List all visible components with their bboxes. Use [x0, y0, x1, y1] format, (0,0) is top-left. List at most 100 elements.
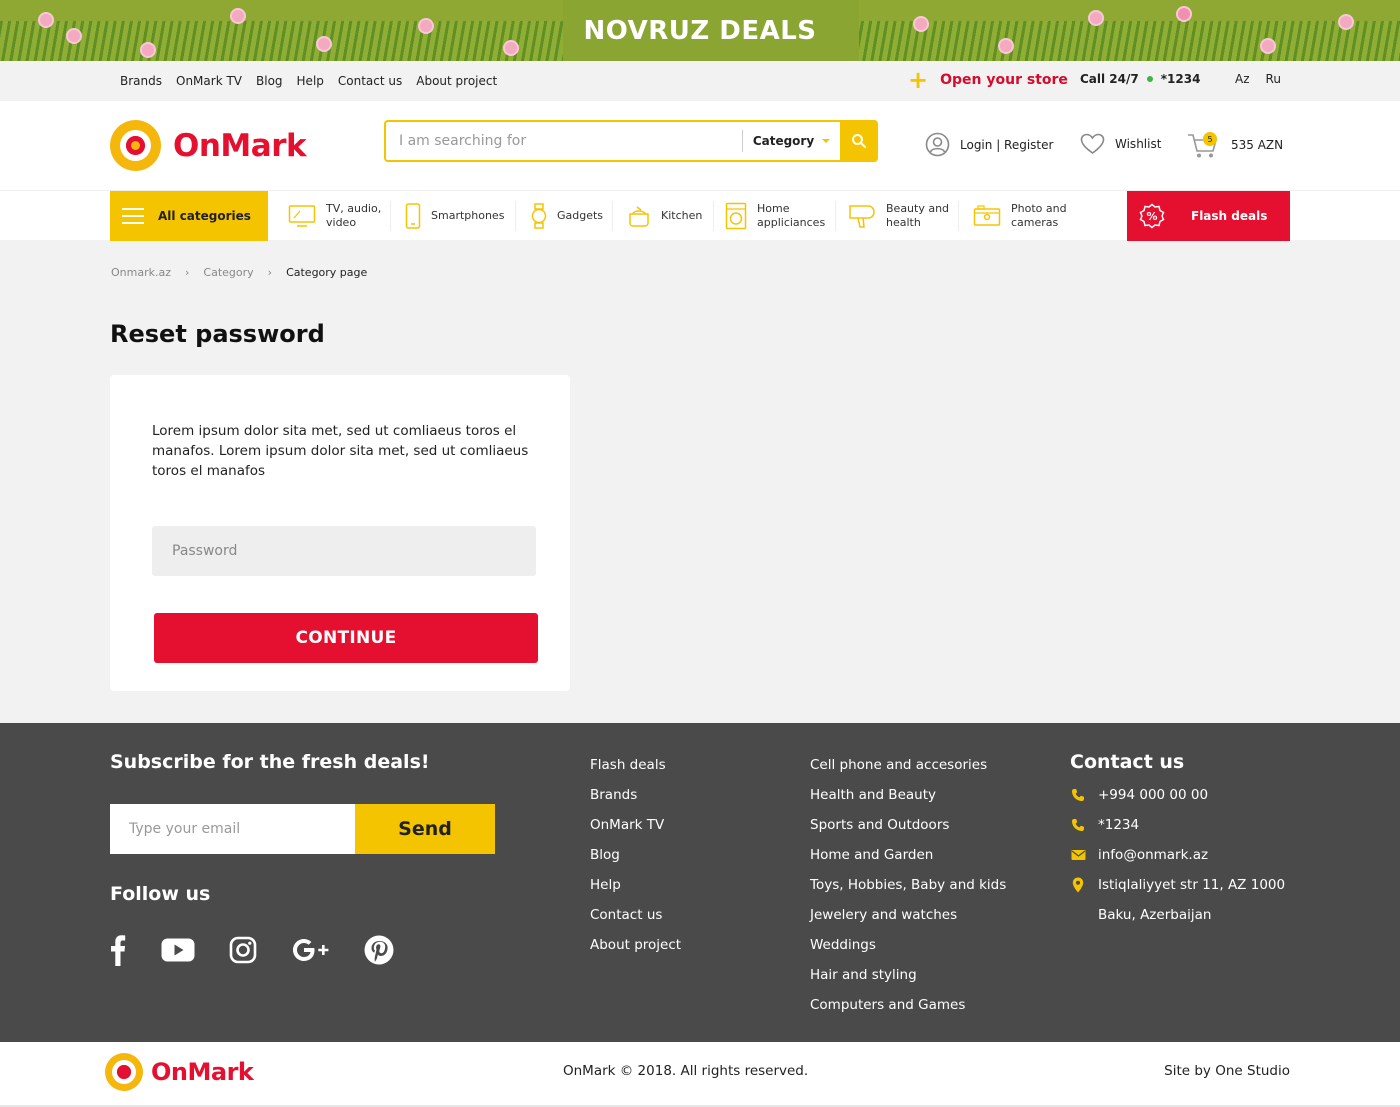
logo-mark-icon: [105, 1053, 143, 1091]
top-link-onmark-tv[interactable]: OnMark TV: [176, 74, 242, 88]
top-link-about-project[interactable]: About project: [416, 74, 497, 88]
phone-icon: [1072, 789, 1084, 801]
subscribe-email-input[interactable]: [110, 804, 355, 854]
promo-banner[interactable]: NOVRUZ DEALS: [0, 0, 1400, 61]
contact-short-number[interactable]: *1234: [1070, 816, 1285, 834]
search-button[interactable]: [840, 120, 878, 162]
login-register-label: Login | Register: [960, 137, 1054, 152]
footer-category-link[interactable]: Jewelery and watches: [810, 906, 1006, 924]
plus-icon: +: [908, 66, 929, 94]
divider: [713, 201, 714, 231]
camera-icon: [973, 205, 1001, 226]
promo-title: NOVRUZ DEALS: [583, 16, 817, 46]
map-pin-icon: [1072, 877, 1084, 893]
svg-text:%: %: [1146, 210, 1157, 223]
contact-list: +994 000 00 00 *1234 info@onmark.az Isti…: [1070, 786, 1285, 924]
category-label: TV, audio,: [326, 202, 382, 215]
password-input[interactable]: [152, 526, 536, 576]
send-button[interactable]: Send: [355, 804, 495, 854]
footer-logo[interactable]: OnMark: [105, 1053, 254, 1091]
footer-link[interactable]: OnMark TV: [590, 816, 681, 834]
footer-category-link[interactable]: Health and Beauty: [810, 786, 1006, 804]
footer-link[interactable]: Brands: [590, 786, 681, 804]
user-icon: [925, 132, 950, 157]
pinterest-icon: [364, 935, 394, 965]
breadcrumb-category[interactable]: Category: [203, 266, 253, 279]
site-logo[interactable]: OnMark: [110, 120, 307, 171]
discount-badge-icon: %: [1139, 203, 1165, 229]
open-store-link[interactable]: + Open your store: [908, 66, 1068, 94]
all-categories-button[interactable]: All categories: [110, 191, 268, 241]
cart-link[interactable]: 5 535 AZN: [1187, 131, 1283, 159]
pot-icon: [629, 206, 649, 227]
lang-az[interactable]: Az: [1235, 72, 1250, 86]
divider: [390, 201, 391, 231]
smartphone-icon: [405, 203, 421, 229]
category-beauty-health[interactable]: Beauty and health: [848, 191, 949, 241]
category-photo-cameras[interactable]: Photo and cameras: [973, 191, 1067, 241]
footer-category-link[interactable]: Hair and styling: [810, 966, 1006, 984]
chevron-right-icon: ›: [267, 266, 273, 279]
heart-icon: [1080, 133, 1105, 154]
divider: [958, 201, 959, 231]
login-register-link[interactable]: Login | Register: [925, 132, 1053, 157]
smartwatch-icon: [531, 203, 547, 229]
call-number[interactable]: *1234: [1161, 72, 1201, 86]
footer-link[interactable]: Help: [590, 876, 681, 894]
footer-category-link[interactable]: Sports and Outdoors: [810, 816, 1006, 834]
reset-password-card: Lorem ipsum dolor sita met, sed ut comli…: [110, 375, 570, 691]
category-gadgets[interactable]: Gadgets: [531, 191, 603, 241]
footer-category-link[interactable]: Home and Garden: [810, 846, 1006, 864]
search-input[interactable]: [386, 122, 742, 160]
site-header: OnMark Category Login | Register Wishlis…: [0, 101, 1400, 190]
language-switcher: Az Ru: [1235, 72, 1281, 86]
facebook-link[interactable]: [110, 933, 126, 967]
chevron-right-icon: ›: [185, 266, 190, 279]
top-link-help[interactable]: Help: [297, 74, 324, 88]
bottom-bar: OnMark OnMark © 2018. All rights reserve…: [0, 1042, 1400, 1107]
footer-link[interactable]: Blog: [590, 846, 681, 864]
footer-link[interactable]: About project: [590, 936, 681, 954]
google-plus-icon: [293, 939, 329, 961]
google-plus-link[interactable]: [292, 933, 330, 967]
wishlist-link[interactable]: Wishlist: [1080, 133, 1161, 155]
instagram-icon: [229, 936, 257, 964]
contact-phone[interactable]: +994 000 00 00: [1070, 786, 1285, 804]
contact-title: Contact us: [1070, 751, 1185, 773]
flash-deals-label: Flash deals: [1191, 209, 1268, 223]
contact-address: Istiqlaliyyet str 11, AZ 1000: [1070, 876, 1285, 894]
flash-deals-button[interactable]: % Flash deals: [1127, 191, 1290, 241]
footer-link[interactable]: Flash deals: [590, 756, 681, 774]
washing-machine-icon: [725, 202, 747, 230]
all-categories-label: All categories: [158, 209, 251, 223]
footer-link[interactable]: Contact us: [590, 906, 681, 924]
youtube-link[interactable]: [161, 933, 195, 967]
lang-ru[interactable]: Ru: [1266, 72, 1281, 86]
continue-button[interactable]: CONTINUE: [154, 613, 538, 663]
category-label: health: [886, 216, 921, 229]
footer-category-link[interactable]: Cell phone and accesories: [810, 756, 1006, 774]
online-status-dot: [1146, 76, 1153, 82]
footer-category-link[interactable]: Toys, Hobbies, Baby and kids: [810, 876, 1006, 894]
search-icon: [852, 134, 867, 149]
category-smartphones[interactable]: Smartphones: [405, 191, 504, 241]
category-label: video: [326, 216, 357, 229]
breadcrumb-home[interactable]: Onmark.az: [111, 266, 171, 279]
search-category-dropdown[interactable]: Category: [742, 130, 840, 152]
category-kitchen[interactable]: Kitchen: [627, 191, 702, 241]
category-tv-audio-video[interactable]: TV, audio, video: [288, 191, 381, 241]
top-link-blog[interactable]: Blog: [256, 74, 283, 88]
contact-email[interactable]: info@onmark.az: [1070, 846, 1285, 864]
footer-category-link[interactable]: Weddings: [810, 936, 1006, 954]
top-link-contact-us[interactable]: Contact us: [338, 74, 402, 88]
top-link-brands[interactable]: Brands: [120, 74, 162, 88]
category-label: Kitchen: [661, 209, 703, 222]
site-credit[interactable]: Site by One Studio: [1164, 1063, 1290, 1079]
pinterest-link[interactable]: [364, 933, 394, 967]
category-home-appliances[interactable]: Home appliciances: [725, 191, 825, 241]
footer-category-link[interactable]: Computers and Games: [810, 996, 1006, 1014]
cart-icon-wrap: 5: [1187, 131, 1221, 159]
cart-count-badge: 5: [1203, 132, 1217, 146]
contact-phone-number: +994 000 00 00: [1098, 787, 1209, 803]
instagram-link[interactable]: [229, 933, 257, 967]
